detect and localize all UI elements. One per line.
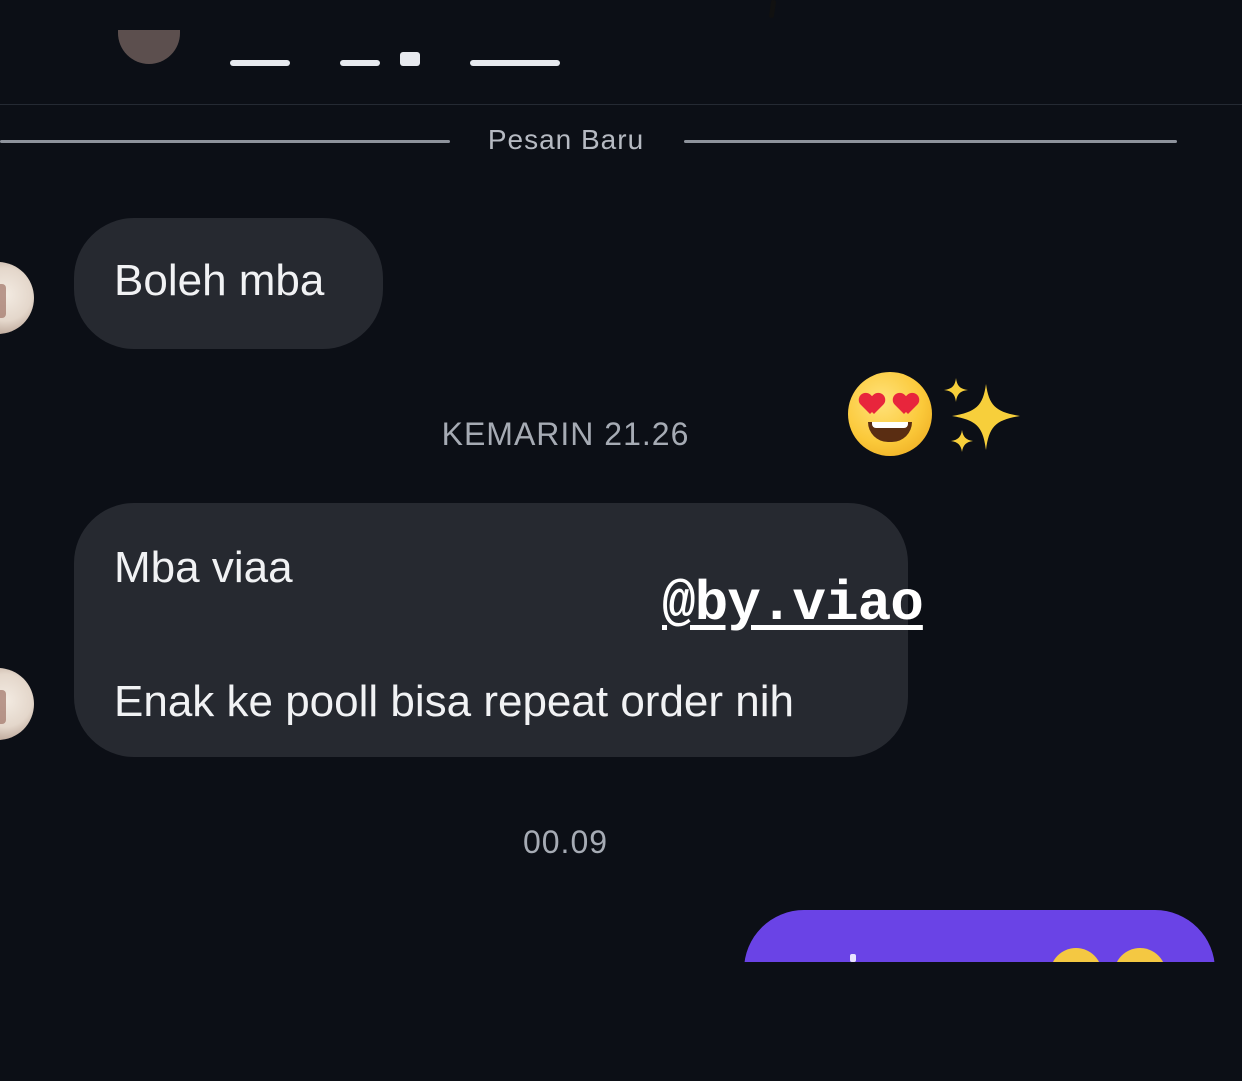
chat-screen: Pesan Baru Boleh mba KEMARIN 21.26 Mba v…: [0, 0, 1242, 1081]
divider-line-right: [684, 140, 1177, 143]
header-avatar[interactable]: [118, 30, 180, 64]
message-text: Enak ke pooll bisa repeat order nih: [114, 677, 794, 726]
username-watermark: @by.viao: [662, 572, 924, 636]
bottom-blank-area: [0, 962, 1242, 1081]
chat-header[interactable]: [0, 0, 1242, 105]
sparkles-icon: [934, 374, 1024, 458]
new-messages-divider-label: Pesan Baru: [487, 124, 645, 155]
sender-avatar[interactable]: [0, 262, 34, 334]
header-username-cropped: [230, 40, 560, 66]
drawing-stroke: [768, 0, 777, 19]
sender-avatar[interactable]: [0, 668, 34, 740]
heart-eyes-emoji-icon: [848, 372, 932, 456]
message-bubble[interactable]: Boleh mba: [74, 218, 383, 349]
message-text: Boleh mba: [114, 256, 325, 305]
message-timestamp: 00.09: [522, 824, 609, 860]
divider-line-left: [0, 140, 450, 143]
cropped-text-fragment: [850, 954, 856, 962]
